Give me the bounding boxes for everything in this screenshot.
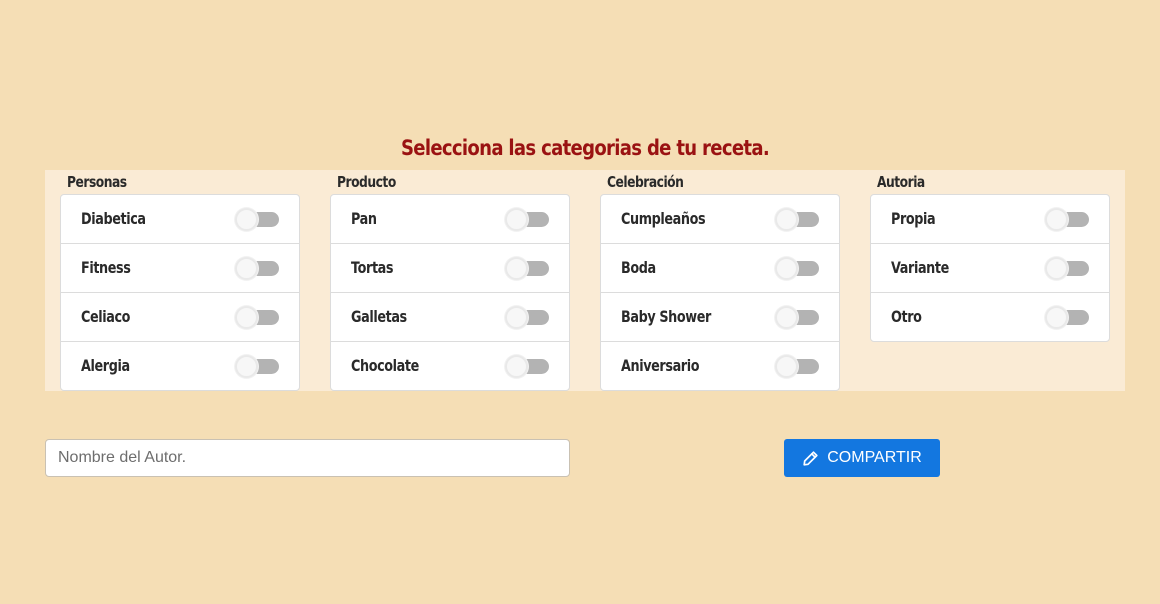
list-item: Galletas xyxy=(331,293,569,342)
item-label: Otro xyxy=(891,307,922,326)
toggle-knob xyxy=(505,306,528,329)
item-label: Diabetica xyxy=(81,209,146,228)
item-label: Boda xyxy=(621,258,656,277)
list-item: Otro xyxy=(871,293,1109,341)
list-item: Cumpleaños xyxy=(601,195,839,244)
toggle-knob xyxy=(235,257,258,280)
list-item: Tortas xyxy=(331,244,569,293)
toggle-knob xyxy=(235,306,258,329)
toggle-knob xyxy=(775,306,798,329)
toggle-knob xyxy=(1045,208,1068,231)
list-item: Propia xyxy=(871,195,1109,244)
list-item: Boda xyxy=(601,244,839,293)
toggle-switch[interactable] xyxy=(505,257,551,280)
list-item: Baby Shower xyxy=(601,293,839,342)
toggle-knob xyxy=(505,257,528,280)
toggle-switch[interactable] xyxy=(775,306,821,329)
item-label: Fitness xyxy=(81,258,131,277)
toggle-switch[interactable] xyxy=(775,257,821,280)
list-item: Aniversario xyxy=(601,342,839,390)
item-label: Variante xyxy=(891,258,949,277)
toggle-switch[interactable] xyxy=(235,355,281,378)
list-item: Celiaco xyxy=(61,293,299,342)
group-title: Personas xyxy=(67,173,127,191)
toggle-knob xyxy=(1045,306,1068,329)
author-name-input[interactable] xyxy=(45,439,570,477)
item-label: Cumpleaños xyxy=(621,209,706,228)
toggle-switch[interactable] xyxy=(505,208,551,231)
toggle-knob xyxy=(235,355,258,378)
toggle-knob xyxy=(775,208,798,231)
list-item: Fitness xyxy=(61,244,299,293)
list-item: Alergia xyxy=(61,342,299,390)
toggle-switch[interactable] xyxy=(235,306,281,329)
toggle-knob xyxy=(235,208,258,231)
category-list: Diabetica Fitness Celiaco Alergia xyxy=(60,194,300,391)
toggle-switch[interactable] xyxy=(775,355,821,378)
toggle-knob xyxy=(505,208,528,231)
categories-panel: Personas Diabetica Fitness Celiaco Alerg… xyxy=(45,170,1125,391)
group-title: Autoria xyxy=(877,173,925,191)
category-list: Propia Variante Otro xyxy=(870,194,1110,342)
share-button[interactable]: COMPARTIR xyxy=(784,439,940,477)
toggle-switch[interactable] xyxy=(235,208,281,231)
toggle-knob xyxy=(775,257,798,280)
group-title: Celebración xyxy=(607,173,684,191)
category-list: Cumpleaños Boda Baby Shower Aniversario xyxy=(600,194,840,391)
item-label: Alergia xyxy=(81,356,130,375)
toggle-switch[interactable] xyxy=(235,257,281,280)
group-title: Producto xyxy=(337,173,396,191)
toggle-knob xyxy=(775,355,798,378)
toggle-knob xyxy=(505,355,528,378)
toggle-switch[interactable] xyxy=(1045,257,1091,280)
toggle-switch[interactable] xyxy=(1045,306,1091,329)
toggle-switch[interactable] xyxy=(1045,208,1091,231)
share-button-label: COMPARTIR xyxy=(827,449,922,466)
toggle-switch[interactable] xyxy=(775,208,821,231)
pencil-icon xyxy=(802,450,819,467)
item-label: Baby Shower xyxy=(621,307,711,326)
list-item: Variante xyxy=(871,244,1109,293)
item-label: Galletas xyxy=(351,307,407,326)
toggle-knob xyxy=(1045,257,1068,280)
toggle-switch[interactable] xyxy=(505,306,551,329)
item-label: Propia xyxy=(891,209,936,228)
list-item: Diabetica xyxy=(61,195,299,244)
category-list: Pan Tortas Galletas Chocolate xyxy=(330,194,570,391)
item-label: Celiaco xyxy=(81,307,131,326)
list-item: Chocolate xyxy=(331,342,569,390)
item-label: Aniversario xyxy=(621,356,700,375)
list-item: Pan xyxy=(331,195,569,244)
page-title: Selecciona las categorias de tu receta. xyxy=(400,136,770,160)
item-label: Tortas xyxy=(351,258,394,277)
toggle-switch[interactable] xyxy=(505,355,551,378)
item-label: Pan xyxy=(351,209,377,228)
item-label: Chocolate xyxy=(351,356,419,375)
